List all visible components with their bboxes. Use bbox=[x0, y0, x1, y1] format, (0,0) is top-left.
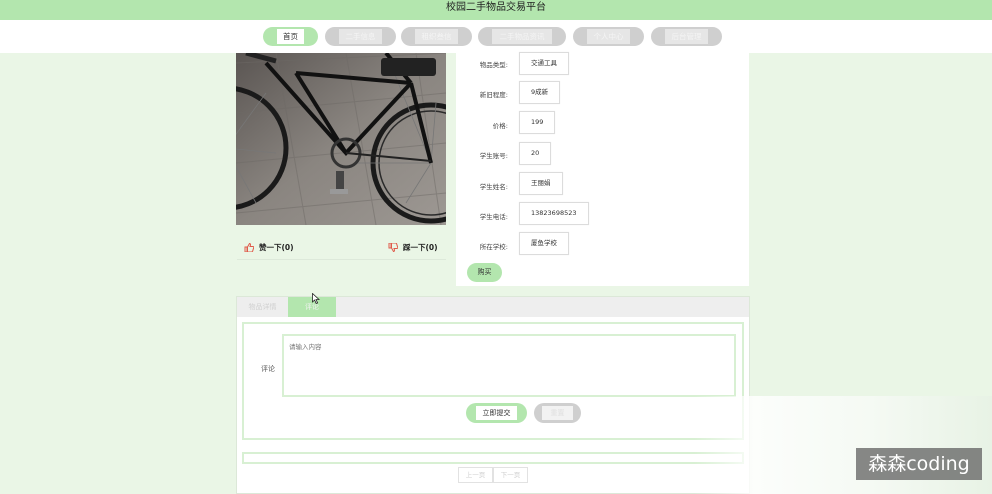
bicycle-image bbox=[236, 53, 446, 225]
field-value-price: 199 bbox=[519, 111, 556, 134]
comment-label: 评论 bbox=[261, 365, 275, 373]
field-value-school: 厦鱼学校 bbox=[519, 232, 569, 255]
buy-button[interactable]: 购买 bbox=[467, 263, 502, 282]
prev-page-button[interactable]: 上一页 bbox=[458, 467, 493, 483]
field-label-price: 价格: bbox=[492, 122, 508, 130]
nav-item-label: 个人中心 bbox=[587, 29, 630, 44]
field-label-student-phone: 学生电话: bbox=[479, 213, 508, 221]
nav-item-home[interactable]: 首页 bbox=[263, 27, 318, 46]
field-label-school: 所在学校: bbox=[479, 243, 508, 251]
nav-item-label: 二手信息 bbox=[339, 29, 382, 44]
item-info-panel: 物品类型: 交通工具 新旧程度: 9成新 价格: 199 学生账号: 20 学生… bbox=[456, 52, 749, 286]
field-label-condition: 新旧程度: bbox=[479, 91, 508, 99]
field-value-condition: 9成新 bbox=[519, 81, 561, 104]
field-label-student-account: 学生账号: bbox=[479, 152, 508, 160]
submit-button-label: 立即提交 bbox=[476, 406, 517, 420]
nav-bar: 首页 二手信息 租织叁信 二手物品资讯 个人中心 后台管理 bbox=[0, 20, 992, 53]
field-label-type: 物品类型: bbox=[479, 61, 508, 69]
thumbs-up-icon bbox=[244, 242, 255, 254]
watermark: 森森coding bbox=[856, 448, 982, 480]
dislike-count: 踩一下(0) bbox=[403, 243, 438, 252]
comment-input[interactable] bbox=[282, 334, 736, 397]
reset-button[interactable]: 重置 bbox=[534, 403, 581, 423]
field-value-student-account: 20 bbox=[519, 142, 552, 165]
field-label-student-name: 学生姓名: bbox=[479, 183, 508, 191]
vote-row: 赞一下(0) 踩一下(0) bbox=[237, 236, 446, 260]
field-value-student-name: 王丽娟 bbox=[519, 172, 563, 195]
nav-item-admin[interactable]: 后台管理 bbox=[651, 27, 722, 46]
site-title: 校园二手物品交易平台 bbox=[446, 2, 546, 13]
item-photo bbox=[236, 53, 446, 225]
tab-item-details[interactable]: 物品详情 bbox=[237, 297, 288, 317]
thumbs-down-icon bbox=[388, 242, 399, 254]
dislike-button[interactable]: 踩一下(0) bbox=[388, 242, 438, 254]
next-page-button[interactable]: 下一页 bbox=[493, 467, 528, 483]
nav-item-news[interactable]: 二手物品资讯 bbox=[478, 27, 566, 46]
nav-item-label: 二手物品资讯 bbox=[492, 29, 552, 44]
comment-section: 物品详情 评论 评论 立即提交 重置 上一页 下一页 bbox=[236, 296, 750, 494]
nav-item-label: 首页 bbox=[277, 29, 304, 44]
field-value-type: 交通工具 bbox=[519, 52, 569, 75]
mouse-cursor-icon bbox=[312, 292, 321, 306]
submit-button[interactable]: 立即提交 bbox=[466, 403, 527, 423]
nav-item-secondhand-info[interactable]: 二手信息 bbox=[325, 27, 396, 46]
comment-form: 评论 立即提交 重置 bbox=[242, 322, 744, 440]
nav-item-label: 后台管理 bbox=[665, 29, 708, 44]
like-count: 赞一下(0) bbox=[259, 243, 294, 252]
nav-item-label: 租织叁信 bbox=[415, 29, 458, 44]
nav-item-personal-center[interactable]: 个人中心 bbox=[573, 27, 644, 46]
nav-item-rental[interactable]: 租织叁信 bbox=[401, 27, 472, 46]
field-value-student-phone: 13823698523 bbox=[519, 202, 589, 225]
reset-button-label: 重置 bbox=[542, 406, 573, 420]
comment-list bbox=[242, 452, 744, 464]
top-header: 校园二手物品交易平台 bbox=[0, 0, 992, 20]
like-button[interactable]: 赞一下(0) bbox=[244, 242, 294, 254]
